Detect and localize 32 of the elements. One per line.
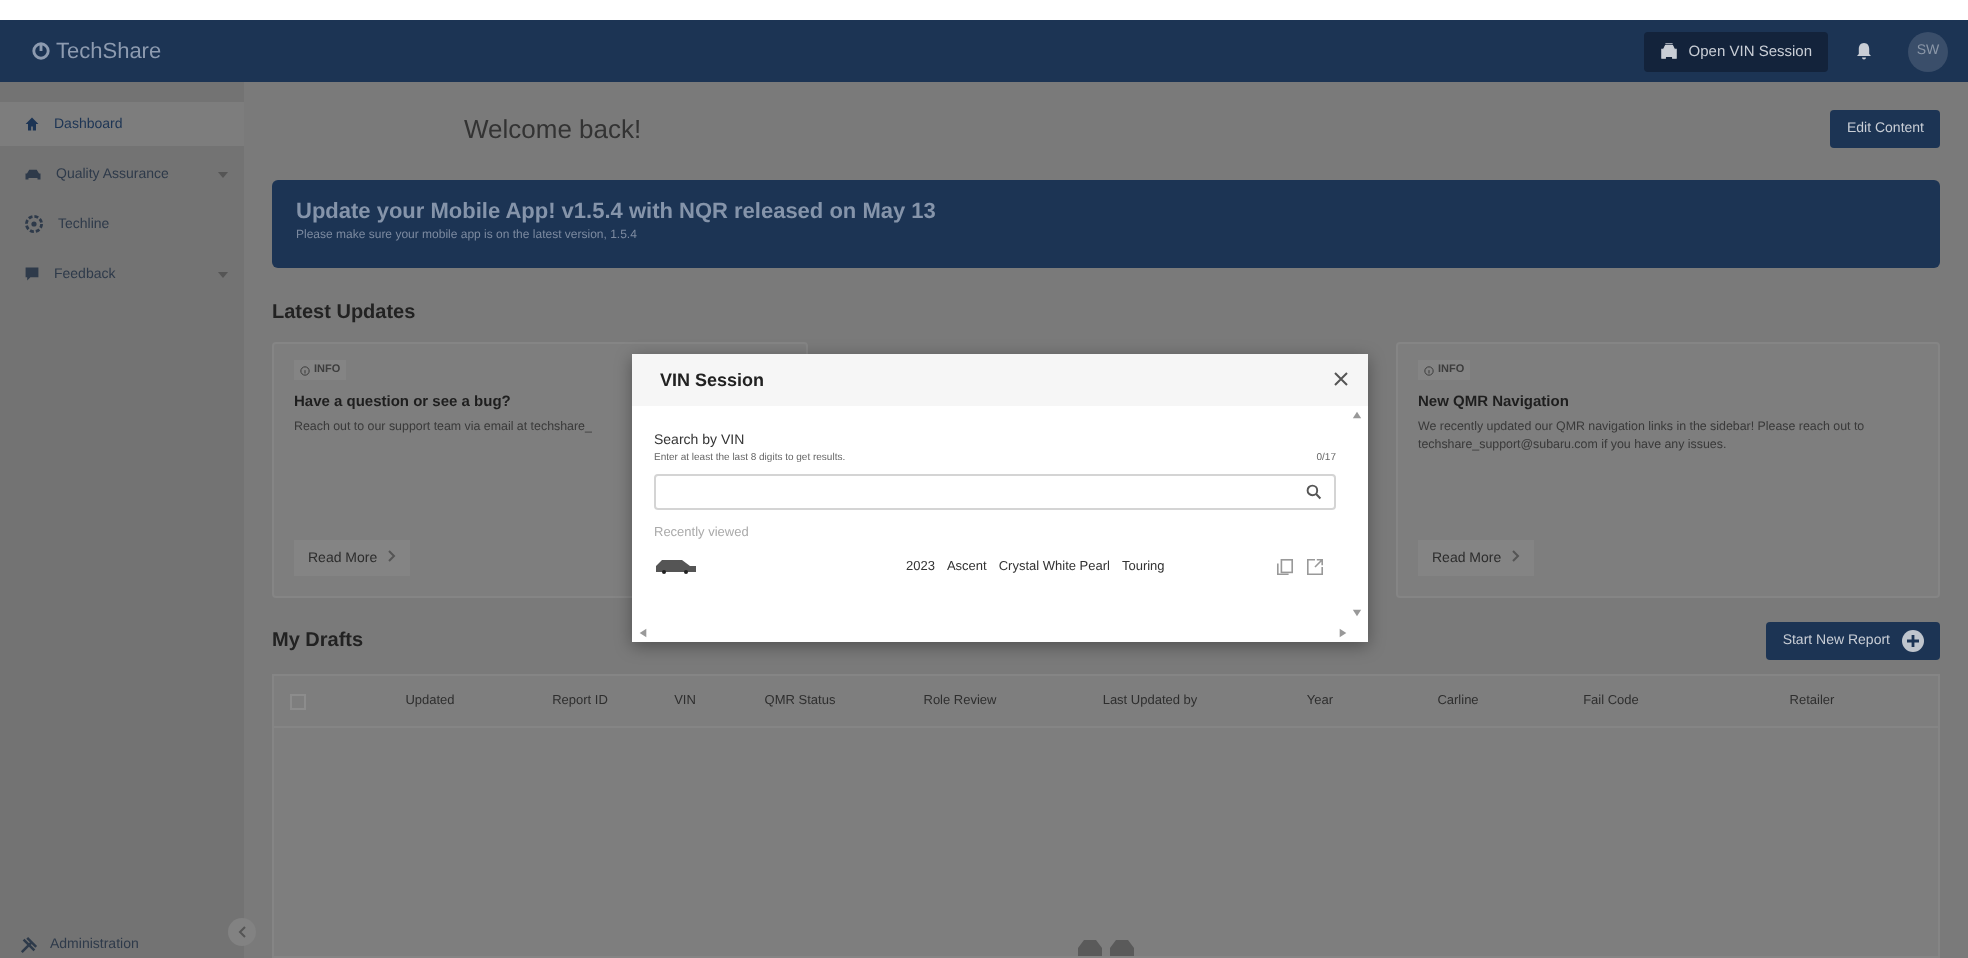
car-icon [654,558,698,574]
feedback-icon [24,266,40,282]
dialog-title: VIN Session [660,370,765,390]
notification-bell-icon[interactable] [1856,42,1872,60]
app-logo[interactable]: TechShare [32,39,162,63]
chevron-right-icon [1511,550,1520,562]
plus-circle-icon [1902,630,1924,652]
info-icon [300,365,310,375]
scroll-down-icon[interactable] [1352,608,1362,618]
open-link-icon[interactable] [1306,557,1324,575]
banner-title: Update your Mobile App! v1.5.4 with NQR released on May 13 [296,200,938,224]
vin-search-field[interactable] [654,474,1336,510]
scroll-right-icon[interactable] [1338,628,1348,638]
section-title: My Drafts [272,630,364,652]
info-icon [1424,365,1434,375]
search-icon [1306,484,1322,500]
chevron-right-icon [387,550,396,562]
chevron-left-icon [238,926,246,938]
close-icon [1334,372,1348,386]
copy-icon[interactable] [1276,557,1294,575]
loading-icon [1074,938,1138,956]
welcome-heading: Welcome back! [464,113,642,143]
scroll-left-icon[interactable] [638,628,648,638]
logo-icon [32,42,50,60]
collapse-sidebar-button[interactable] [228,918,256,946]
scroll-up-icon[interactable] [1352,410,1362,420]
car-icon [24,167,42,181]
tools-icon [20,936,38,954]
car-icon [1660,42,1679,60]
home-icon [24,116,40,132]
gear-icon [24,214,44,234]
section-title: Latest Updates [272,302,418,324]
